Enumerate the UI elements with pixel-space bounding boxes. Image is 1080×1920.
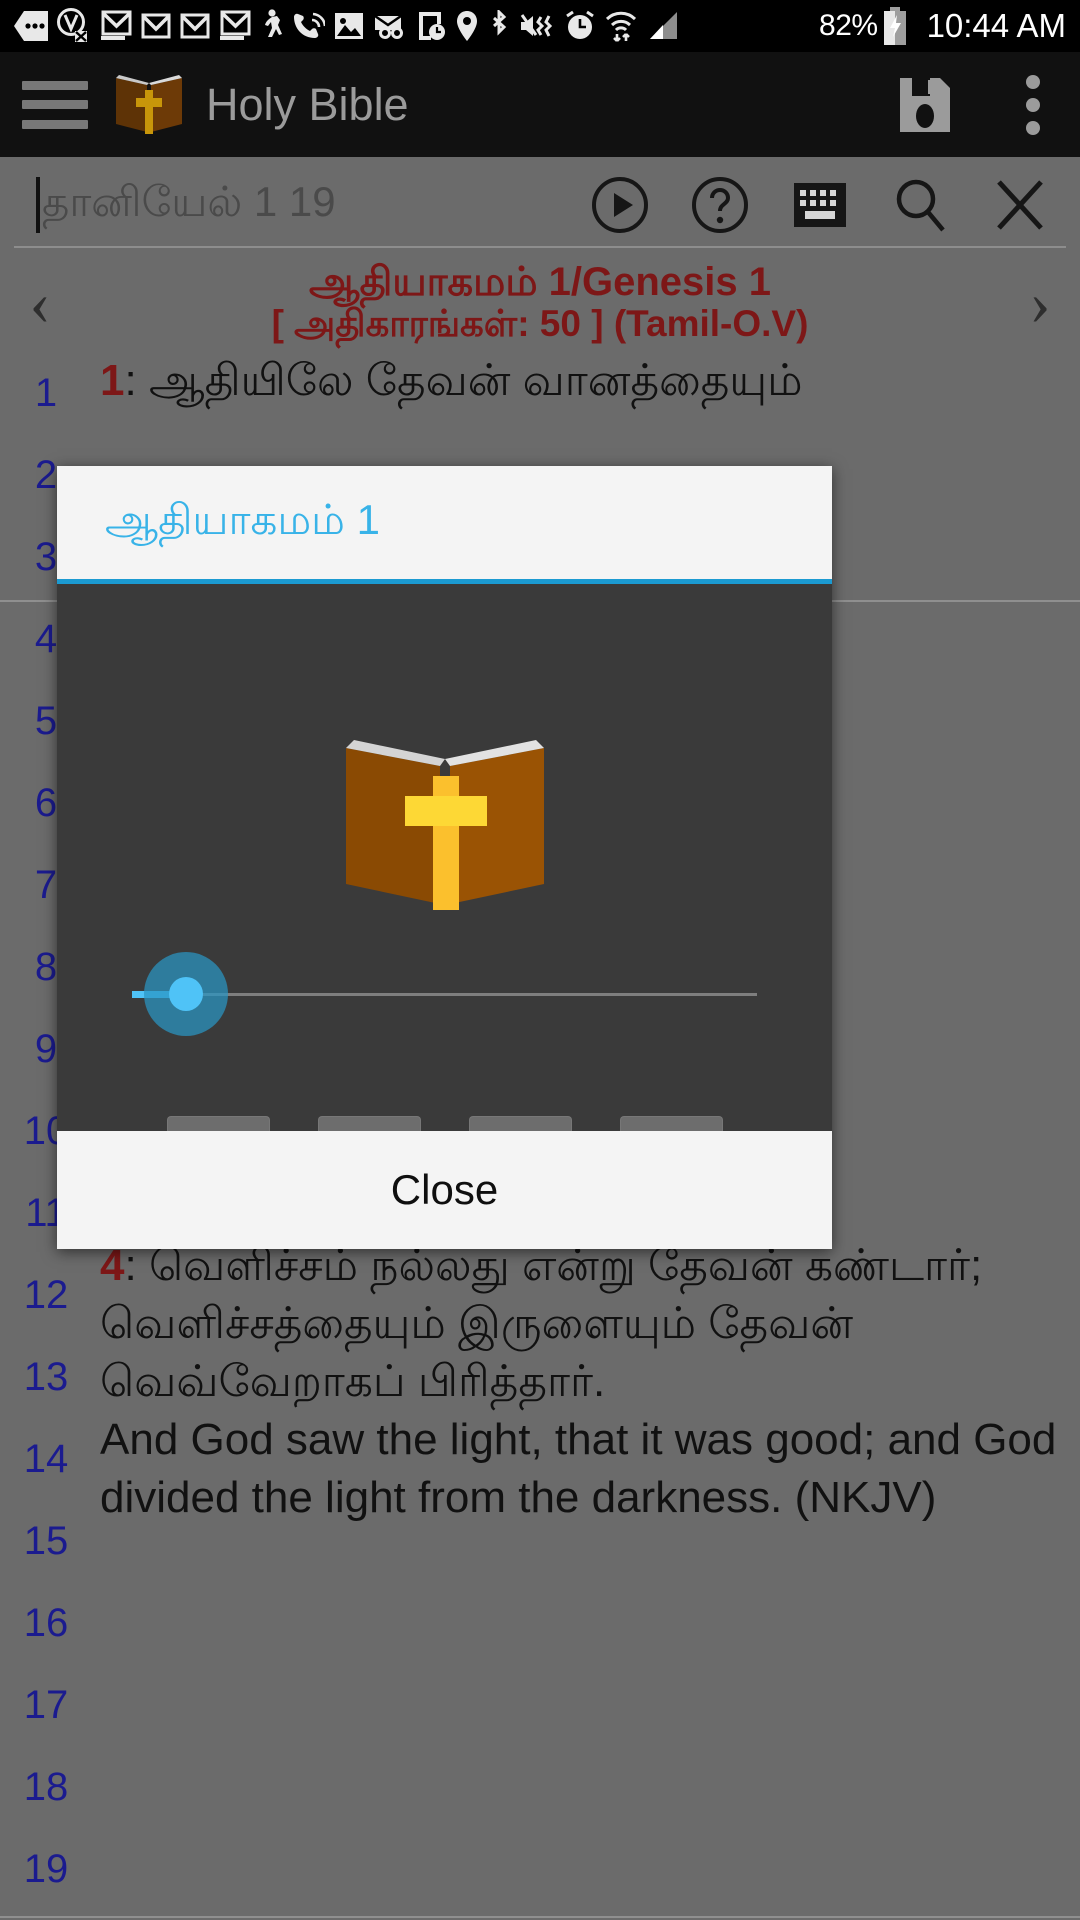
seek-bar[interactable] bbox=[132, 952, 757, 1036]
dialog-title: ஆதியாகமம் 1 bbox=[105, 495, 380, 543]
seek-thumb[interactable] bbox=[169, 977, 203, 1011]
dialog-title-bar: ஆதியாகமம் 1 bbox=[57, 466, 832, 584]
audio-player-dialog: ஆதியாகமம் 1 Close bbox=[57, 466, 832, 1249]
holy-bible-book-icon bbox=[340, 734, 550, 914]
close-button[interactable]: Close bbox=[391, 1166, 498, 1214]
dialog-footer: Close bbox=[57, 1131, 832, 1249]
